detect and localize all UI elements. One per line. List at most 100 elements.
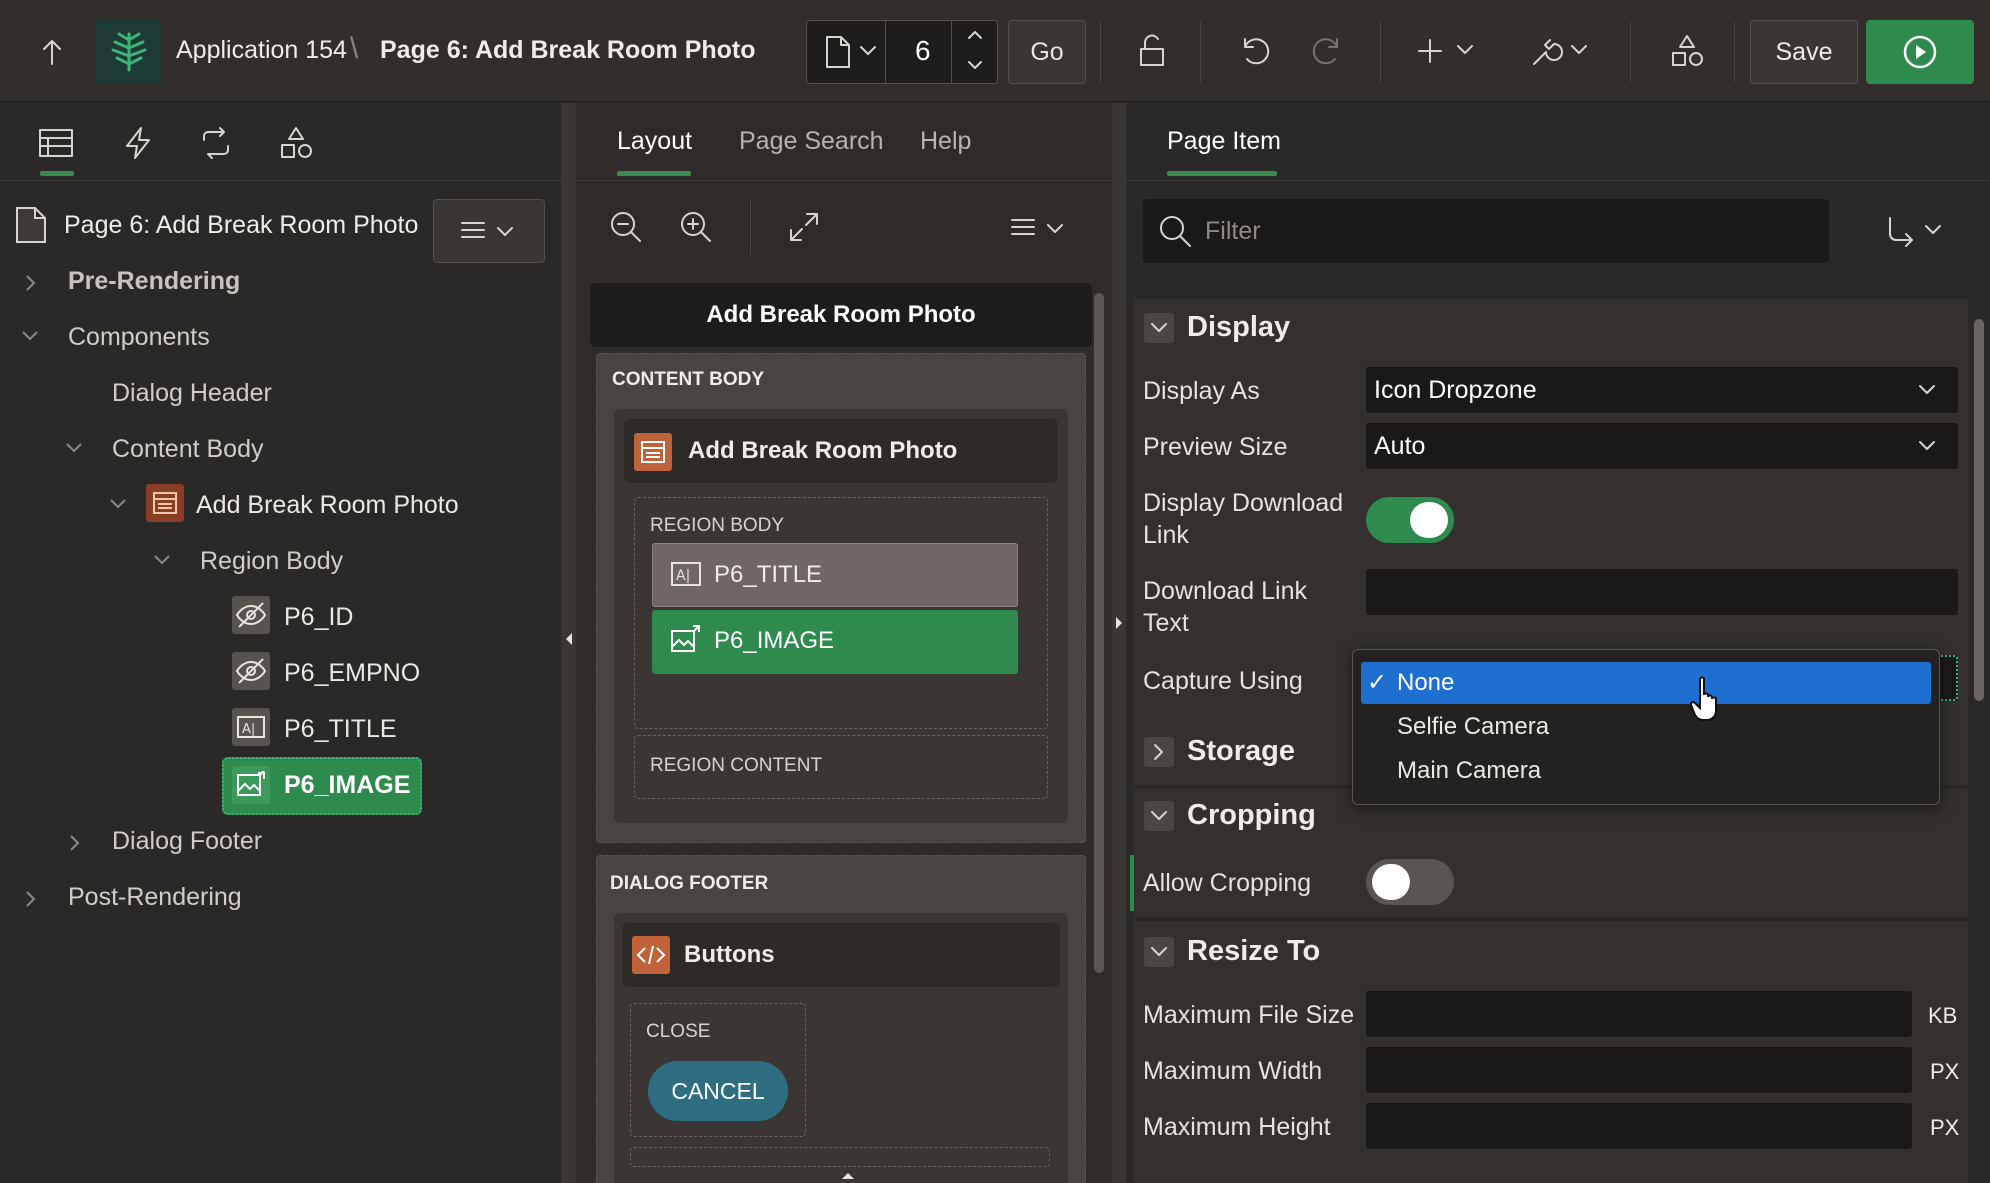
download-link-text-input[interactable] [1366, 569, 1958, 615]
layout-scrollbar[interactable] [1094, 293, 1104, 973]
tree-region-node[interactable]: Add Break Room Photo [196, 491, 459, 520]
layout-panel: Layout Page Search Help Add Break Room P… [576, 103, 1112, 1183]
hidden-item-icon [232, 596, 270, 634]
app-name-link[interactable]: Application 154 [176, 36, 347, 65]
display-as-select[interactable]: Icon Dropzone [1366, 367, 1958, 413]
play-icon [1903, 35, 1937, 69]
go-button[interactable]: Go [1008, 20, 1086, 84]
filter-input[interactable]: Filter [1143, 199, 1829, 263]
tree-item-p6-title[interactable]: P6_TITLE [284, 715, 397, 744]
utilities-wrench-icon[interactable] [1528, 28, 1594, 74]
collapse-up-arrow-icon[interactable] [840, 1171, 856, 1181]
dialog-title-bar[interactable]: Add Break Room Photo [590, 283, 1092, 347]
go-to-group-icon[interactable] [1884, 211, 1948, 251]
tree-item-p6-image[interactable]: P6_IMAGE [284, 771, 410, 800]
collapse-resize-toggle[interactable] [1144, 937, 1174, 967]
region-title: Add Break Room Photo [688, 437, 958, 464]
display-as-label: Display As [1143, 377, 1260, 405]
collapse-left-arrow-icon[interactable] [564, 631, 574, 647]
collapse-display-toggle[interactable] [1144, 313, 1174, 343]
create-menu-plus-icon[interactable] [1416, 28, 1482, 74]
breadcrumb-separator: \ [350, 32, 359, 65]
tree-dialog-header[interactable]: Dialog Header [112, 379, 272, 408]
tree-item-p6-id[interactable]: P6_ID [284, 603, 353, 632]
p6-title-item-card[interactable] [652, 543, 1018, 607]
collapse-cropping-toggle[interactable] [1144, 801, 1174, 831]
text-field-icon: A| [670, 561, 702, 587]
left-splitter[interactable] [561, 103, 576, 1183]
svg-text:A|: A| [676, 568, 690, 584]
page-file-icon [14, 205, 48, 245]
tab-help[interactable]: Help [920, 127, 971, 156]
rendering-tab-icon[interactable] [36, 123, 76, 163]
processing-tab-icon[interactable] [196, 123, 236, 163]
collapse-right-arrow-icon[interactable] [1114, 615, 1124, 631]
preview-size-select[interactable]: Auto [1366, 423, 1958, 469]
cancel-button[interactable]: CANCEL [648, 1061, 788, 1121]
tree-menu-button[interactable] [433, 199, 545, 263]
dynamic-actions-tab-icon[interactable] [118, 123, 158, 163]
display-download-link-label: Display Download Link [1143, 489, 1344, 549]
tree-components[interactable]: Components [68, 323, 210, 352]
option-none[interactable]: ✓ None [1361, 662, 1931, 704]
capture-using-label: Capture Using [1143, 667, 1303, 695]
tree-post-rendering[interactable]: Post-Rendering [68, 883, 242, 912]
chevron-down-icon[interactable] [152, 553, 172, 567]
chevron-right-icon[interactable] [24, 889, 38, 909]
up-arrow-icon[interactable] [30, 30, 74, 74]
option-main-camera[interactable]: Main Camera [1361, 750, 1931, 792]
max-file-size-label: Maximum File Size [1143, 1001, 1355, 1029]
menu-lines-icon [461, 222, 513, 238]
chevron-down-icon[interactable] [967, 59, 983, 71]
option-selfie-camera[interactable]: Selfie Camera [1361, 706, 1931, 748]
zoom-out-icon[interactable] [606, 207, 646, 247]
app-logo-icon[interactable] [96, 20, 162, 84]
save-button[interactable]: Save [1750, 20, 1858, 84]
max-height-label: Maximum Height [1143, 1113, 1331, 1141]
expand-storage-toggle[interactable] [1144, 737, 1174, 767]
chevron-down-icon[interactable] [20, 329, 40, 343]
shared-components-tab-icon[interactable] [276, 123, 316, 163]
text-field-icon: A| [232, 708, 270, 746]
tree-region-body[interactable]: Region Body [200, 547, 343, 576]
page-selector[interactable]: 6 [806, 20, 998, 84]
tree-item-p6-empno[interactable]: P6_EMPNO [284, 659, 420, 688]
hidden-item-icon [232, 652, 270, 690]
lock-icon[interactable] [1130, 28, 1176, 74]
right-splitter[interactable] [1112, 103, 1126, 1183]
chevron-down-icon[interactable] [108, 497, 128, 511]
max-file-size-input[interactable] [1366, 991, 1912, 1037]
region-icon [634, 433, 672, 471]
zoom-in-icon[interactable] [676, 207, 716, 247]
chevron-right-icon[interactable] [68, 833, 82, 853]
expand-icon[interactable] [784, 207, 824, 247]
chevron-right-icon[interactable] [24, 273, 38, 293]
allow-cropping-toggle[interactable] [1366, 859, 1454, 905]
display-section-title: Display [1187, 311, 1291, 343]
cropping-section-title: Cropping [1187, 799, 1316, 831]
chevron-down-icon[interactable] [64, 441, 84, 455]
undo-icon[interactable] [1232, 28, 1278, 74]
page-number-input[interactable]: 6 [915, 35, 931, 67]
chevron-up-icon[interactable] [967, 29, 983, 41]
tree-page-node[interactable]: Page 6: Add Break Room Photo [64, 211, 418, 240]
p6-image-item-card[interactable] [652, 610, 1018, 674]
property-scrollbar[interactable] [1974, 319, 1984, 701]
region-body-label: REGION BODY [650, 515, 785, 536]
redo-icon[interactable] [1304, 28, 1350, 74]
tab-page-item[interactable]: Page Item [1167, 127, 1281, 156]
max-height-input[interactable] [1366, 1103, 1912, 1149]
max-width-input[interactable] [1366, 1047, 1912, 1093]
tree-pre-rendering[interactable]: Pre-Rendering [68, 267, 240, 296]
layout-menu-icon[interactable] [1008, 213, 1072, 245]
tab-page-search[interactable]: Page Search [739, 127, 884, 156]
image-upload-icon [670, 625, 702, 655]
tree-content-body[interactable]: Content Body [112, 435, 264, 464]
capture-using-dropdown: ✓ None Selfie Camera Main Camera [1352, 649, 1940, 805]
chevron-down-icon [859, 45, 877, 57]
display-download-link-toggle[interactable] [1366, 497, 1454, 543]
shared-components-icon[interactable] [1664, 28, 1710, 74]
tab-layout[interactable]: Layout [617, 127, 692, 156]
run-page-button[interactable] [1866, 20, 1974, 84]
tree-dialog-footer[interactable]: Dialog Footer [112, 827, 262, 856]
